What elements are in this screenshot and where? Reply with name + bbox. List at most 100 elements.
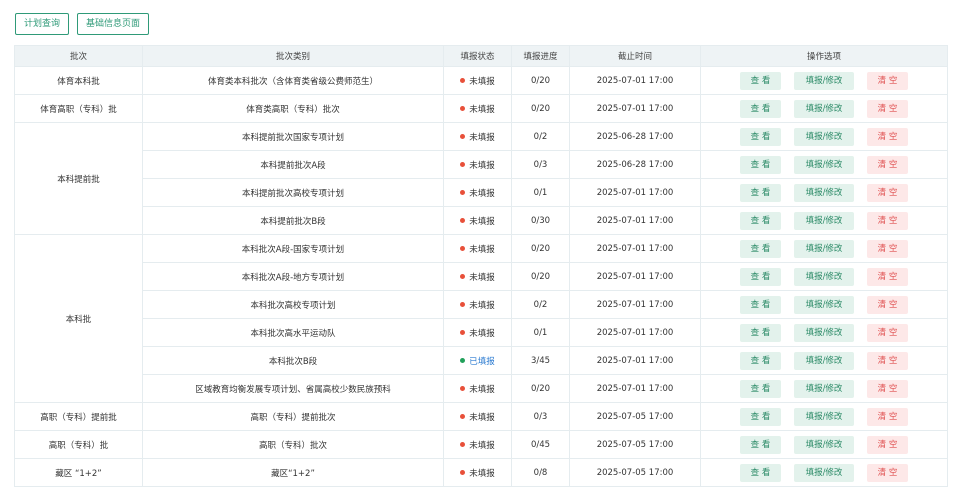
edit-button[interactable]: 填报/修改 <box>794 436 854 454</box>
status-cell: 未填报 <box>444 403 512 431</box>
column-header-batch: 批次 <box>15 46 143 67</box>
unfilled-dot-icon <box>460 134 465 139</box>
batch-table: 批次 批次类别 填报状态 填报进度 截止时间 操作选项 体育本科批体育类本科批次… <box>14 45 948 487</box>
view-button[interactable]: 查 看 <box>740 380 781 398</box>
category-cell: 高职（专科）提前批次 <box>143 403 444 431</box>
category-cell: 本科提前批次高校专项计划 <box>143 179 444 207</box>
status-text: 未填报 <box>469 215 495 227</box>
status-text: 未填报 <box>469 75 495 87</box>
table-row: 本科提前批次B段未填报0/302025-07-01 17:00查 看填报/修改清… <box>15 207 948 235</box>
action-group: 查 看填报/修改清 空 <box>701 156 947 174</box>
view-button[interactable]: 查 看 <box>740 100 781 118</box>
progress-cell: 0/30 <box>512 207 570 235</box>
status-text: 未填报 <box>469 103 495 115</box>
clear-button[interactable]: 清 空 <box>867 212 908 230</box>
deadline-cell: 2025-07-01 17:00 <box>570 179 701 207</box>
edit-button[interactable]: 填报/修改 <box>794 184 854 202</box>
deadline-cell: 2025-07-01 17:00 <box>570 235 701 263</box>
view-button[interactable]: 查 看 <box>740 296 781 314</box>
view-button[interactable]: 查 看 <box>740 436 781 454</box>
edit-button[interactable]: 填报/修改 <box>794 268 854 286</box>
clear-button[interactable]: 清 空 <box>867 268 908 286</box>
edit-button[interactable]: 填报/修改 <box>794 352 854 370</box>
filled-dot-icon <box>460 358 465 363</box>
view-button[interactable]: 查 看 <box>740 212 781 230</box>
clear-button[interactable]: 清 空 <box>867 240 908 258</box>
view-button[interactable]: 查 看 <box>740 464 781 482</box>
unfilled-dot-icon <box>460 330 465 335</box>
edit-button[interactable]: 填报/修改 <box>794 72 854 90</box>
status-cell: 未填报 <box>444 375 512 403</box>
view-button[interactable]: 查 看 <box>740 408 781 426</box>
edit-button[interactable]: 填报/修改 <box>794 380 854 398</box>
actions-cell: 查 看填报/修改清 空 <box>701 263 948 291</box>
clear-button[interactable]: 清 空 <box>867 436 908 454</box>
clear-button[interactable]: 清 空 <box>867 128 908 146</box>
status-cell: 未填报 <box>444 123 512 151</box>
status-badge: 未填报 <box>460 271 495 283</box>
clear-button[interactable]: 清 空 <box>867 100 908 118</box>
batch-cell: 藏区 “1+2” <box>15 459 143 487</box>
basic-info-page-button[interactable]: 基础信息页面 <box>77 13 149 35</box>
clear-button[interactable]: 清 空 <box>867 296 908 314</box>
clear-button[interactable]: 清 空 <box>867 72 908 90</box>
view-button[interactable]: 查 看 <box>740 128 781 146</box>
deadline-cell: 2025-07-05 17:00 <box>570 431 701 459</box>
actions-cell: 查 看填报/修改清 空 <box>701 403 948 431</box>
edit-button[interactable]: 填报/修改 <box>794 324 854 342</box>
clear-button[interactable]: 清 空 <box>867 408 908 426</box>
category-cell: 区域教育均衡发展专项计划、省属高校少数民族预科 <box>143 375 444 403</box>
view-button[interactable]: 查 看 <box>740 72 781 90</box>
table-row: 本科提前批本科提前批次国家专项计划未填报0/22025-06-28 17:00查… <box>15 123 948 151</box>
table-body: 体育本科批体育类本科批次（含体育类省级公费师范生）未填报0/202025-07-… <box>15 67 948 487</box>
table-row: 本科批次高校专项计划未填报0/22025-07-01 17:00查 看填报/修改… <box>15 291 948 319</box>
status-badge: 未填报 <box>460 187 495 199</box>
progress-cell: 0/2 <box>512 123 570 151</box>
unfilled-dot-icon <box>460 442 465 447</box>
edit-button[interactable]: 填报/修改 <box>794 212 854 230</box>
view-button[interactable]: 查 看 <box>740 184 781 202</box>
action-group: 查 看填报/修改清 空 <box>701 240 947 258</box>
status-text: 未填报 <box>469 439 495 451</box>
unfilled-dot-icon <box>460 470 465 475</box>
view-button[interactable]: 查 看 <box>740 156 781 174</box>
deadline-cell: 2025-07-01 17:00 <box>570 291 701 319</box>
edit-button[interactable]: 填报/修改 <box>794 296 854 314</box>
progress-cell: 0/20 <box>512 375 570 403</box>
table-row: 本科提前批次高校专项计划未填报0/12025-07-01 17:00查 看填报/… <box>15 179 948 207</box>
status-cell: 已填报 <box>444 347 512 375</box>
status-badge: 未填报 <box>460 327 495 339</box>
clear-button[interactable]: 清 空 <box>867 184 908 202</box>
status-text: 未填报 <box>469 411 495 423</box>
edit-button[interactable]: 填报/修改 <box>794 240 854 258</box>
status-text: 未填报 <box>469 159 495 171</box>
clear-button[interactable]: 清 空 <box>867 324 908 342</box>
view-button[interactable]: 查 看 <box>740 268 781 286</box>
unfilled-dot-icon <box>460 302 465 307</box>
progress-cell: 0/20 <box>512 263 570 291</box>
view-button[interactable]: 查 看 <box>740 352 781 370</box>
plan-query-button[interactable]: 计划查询 <box>15 13 69 35</box>
clear-button[interactable]: 清 空 <box>867 352 908 370</box>
deadline-cell: 2025-06-28 17:00 <box>570 123 701 151</box>
actions-cell: 查 看填报/修改清 空 <box>701 151 948 179</box>
clear-button[interactable]: 清 空 <box>867 380 908 398</box>
table-row: 高职（专科）提前批高职（专科）提前批次未填报0/32025-07-05 17:0… <box>15 403 948 431</box>
edit-button[interactable]: 填报/修改 <box>794 100 854 118</box>
table-row: 区域教育均衡发展专项计划、省属高校少数民族预科未填报0/202025-07-01… <box>15 375 948 403</box>
clear-button[interactable]: 清 空 <box>867 464 908 482</box>
clear-button[interactable]: 清 空 <box>867 156 908 174</box>
view-button[interactable]: 查 看 <box>740 240 781 258</box>
edit-button[interactable]: 填报/修改 <box>794 156 854 174</box>
status-cell: 未填报 <box>444 179 512 207</box>
table-row: 本科批次高水平运动队未填报0/12025-07-01 17:00查 看填报/修改… <box>15 319 948 347</box>
view-button[interactable]: 查 看 <box>740 324 781 342</box>
edit-button[interactable]: 填报/修改 <box>794 464 854 482</box>
edit-button[interactable]: 填报/修改 <box>794 128 854 146</box>
edit-button[interactable]: 填报/修改 <box>794 408 854 426</box>
status-text: 未填报 <box>469 383 495 395</box>
unfilled-dot-icon <box>460 386 465 391</box>
action-group: 查 看填报/修改清 空 <box>701 184 947 202</box>
status-cell: 未填报 <box>444 207 512 235</box>
status-badge: 未填报 <box>460 75 495 87</box>
